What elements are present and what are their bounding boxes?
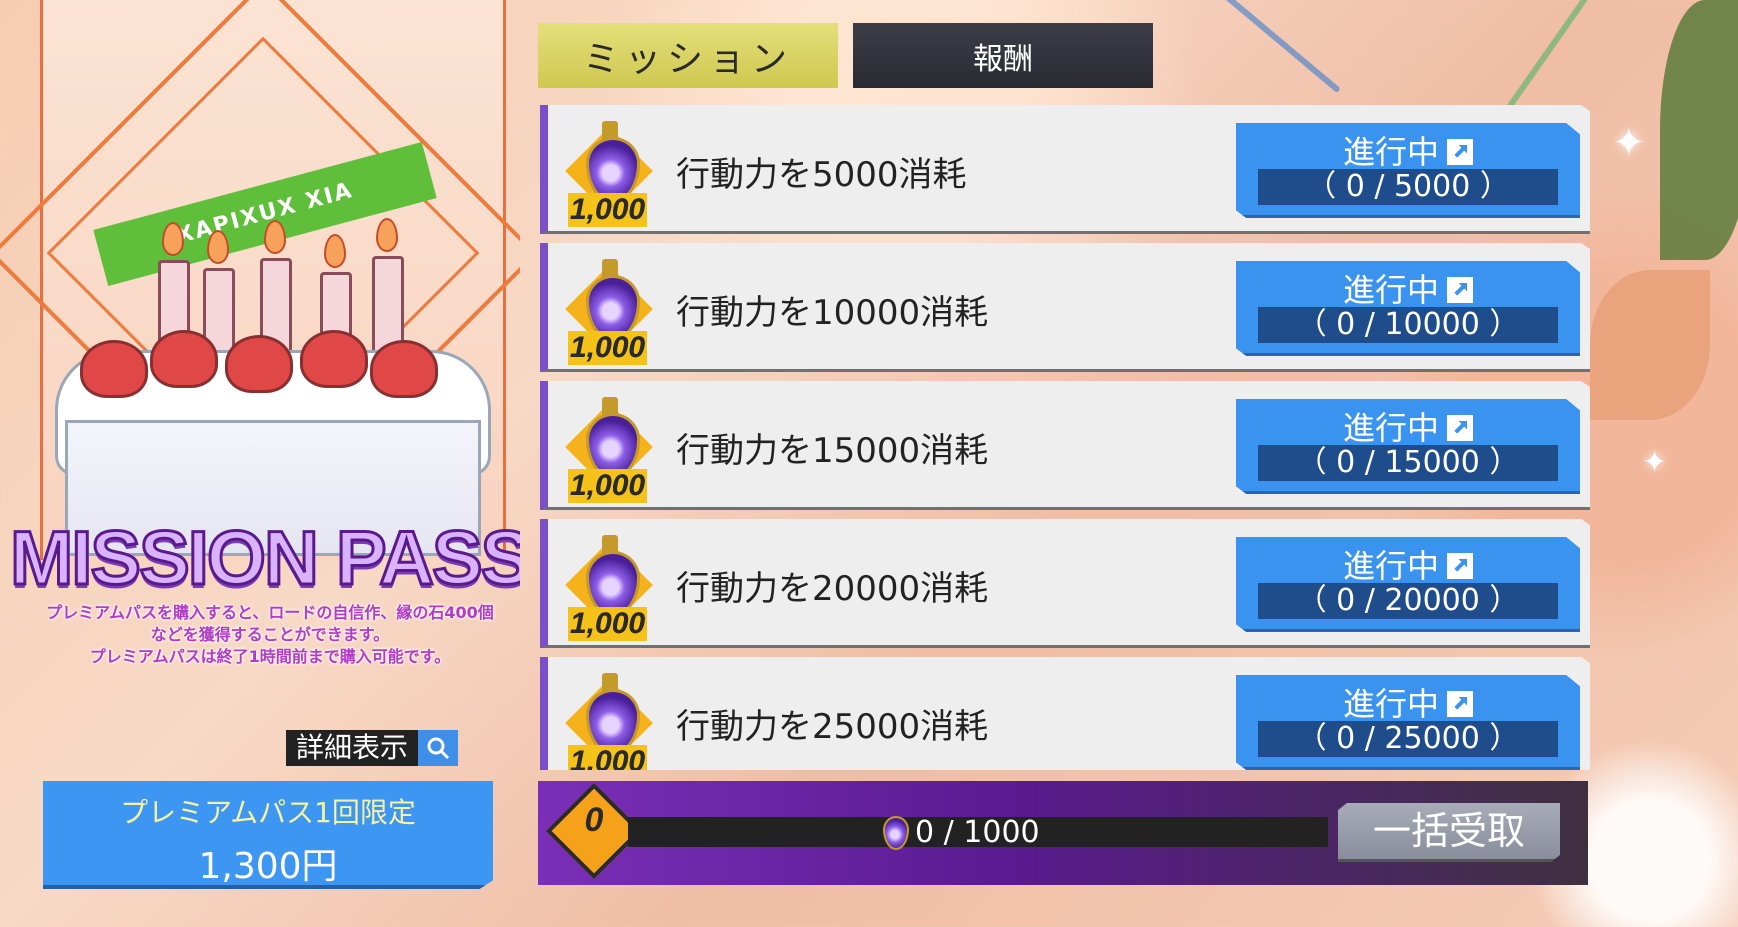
candle-flame: [324, 234, 346, 268]
sparkle-icon: ✦: [1612, 120, 1646, 166]
detail-view-label: 詳細表示: [286, 730, 419, 766]
strawberry: [80, 340, 148, 398]
mission-progress: （ 0 / 5000 ）: [1258, 169, 1558, 205]
reward-count: 1,000: [568, 607, 648, 641]
level-number: 0: [584, 801, 604, 839]
mission-status-button[interactable]: 進行中 （ 0 / 20000 ）: [1236, 537, 1580, 632]
external-link-icon: [1447, 553, 1473, 579]
mission-status-button[interactable]: 進行中 （ 0 / 15000 ）: [1236, 399, 1580, 494]
mission-row: 1,000 行動力を25000消耗 進行中 （ 0 / 25000 ）: [540, 657, 1590, 770]
mission-status-button[interactable]: 進行中 （ 0 / 5000 ）: [1236, 123, 1580, 218]
mission-title: 行動力を5000消耗: [676, 155, 967, 195]
claim-all-button[interactable]: 一括受取: [1338, 803, 1560, 862]
external-link-icon: [1447, 415, 1473, 441]
pass-progress-footer: 0 0 / 1000 一括受取: [538, 781, 1588, 885]
mission-title: 行動力を10000消耗: [676, 293, 989, 333]
pass-description-line: プレミアムパスを購入すると、ロードの自信作、縁の石400個: [46, 603, 494, 622]
mission-progress: （ 0 / 15000 ）: [1258, 445, 1558, 481]
mission-status: 進行中: [1236, 541, 1580, 587]
mission-status: 進行中: [1236, 265, 1580, 311]
mission-pass-artwork: XAPIXUX XIA MISSION PASS プレミアムパスを購入すると、ロ…: [0, 0, 520, 670]
mission-row: 1,000 行動力を15000消耗 進行中 （ 0 / 15000 ）: [540, 381, 1590, 510]
tab-mission[interactable]: ミッション: [538, 23, 838, 88]
pass-progress-label: 0 / 1000: [883, 815, 1040, 850]
background-leaf: [1660, 0, 1738, 260]
external-link-icon: [1447, 139, 1473, 165]
reward-gem: 1,000: [565, 253, 668, 365]
external-link-icon: [1447, 277, 1473, 303]
reward-count: 1,000: [568, 193, 648, 227]
premium-pass-purchase-button[interactable]: プレミアムパス1回限定 1,300円: [43, 781, 493, 889]
reward-gem: 1,000: [565, 667, 668, 770]
external-link-icon: [1447, 691, 1473, 717]
candle-flame: [162, 222, 184, 256]
reward-count: 1,000: [568, 745, 648, 770]
background-leaf: [1590, 270, 1710, 420]
mission-progress: （ 0 / 25000 ）: [1258, 721, 1558, 757]
mission-title: 行動力を20000消耗: [676, 569, 989, 609]
mission-list[interactable]: 1,000 行動力を5000消耗 進行中 （ 0 / 5000 ） 1,000 …: [540, 105, 1590, 770]
strawberry: [370, 340, 438, 398]
tab-reward[interactable]: 報酬: [853, 23, 1153, 88]
mission-status: 進行中: [1236, 127, 1580, 173]
premium-pass-label: プレミアムパス1回限定: [120, 796, 416, 829]
strawberry: [225, 335, 293, 393]
mission-pass-title: MISSION PASS: [9, 515, 521, 603]
candle-flame: [376, 218, 398, 252]
reward-gem: 1,000: [565, 115, 668, 227]
strawberry: [150, 330, 218, 388]
mission-row: 1,000 行動力を20000消耗 進行中 （ 0 / 20000 ）: [540, 519, 1590, 648]
pass-progress-text: 0 / 1000: [915, 815, 1040, 850]
mission-row: 1,000 行動力を10000消耗 進行中 （ 0 / 10000 ）: [540, 243, 1590, 372]
mission-status-label: 進行中: [1342, 685, 1439, 723]
strawberry: [300, 330, 368, 388]
reward-count: 1,000: [568, 469, 648, 503]
pass-description: プレミアムパスを購入すると、ロードの自信作、縁の石400個 などを獲得することが…: [10, 602, 520, 668]
sparkle-icon: ✦: [1642, 445, 1668, 480]
search-icon: [418, 730, 459, 766]
background-streak: [1199, 0, 1341, 94]
mission-title: 行動力を15000消耗: [676, 431, 989, 471]
pass-description-line: プレミアムパスは終了1時間前まで購入可能です。: [89, 647, 451, 666]
mission-row: 1,000 行動力を5000消耗 進行中 （ 0 / 5000 ）: [540, 105, 1590, 234]
mission-status-button[interactable]: 進行中 （ 0 / 10000 ）: [1236, 261, 1580, 356]
candle-flame: [207, 230, 229, 264]
premium-pass-price: 1,300円: [198, 846, 338, 887]
reward-count: 1,000: [568, 331, 648, 365]
reward-gem: 1,000: [565, 391, 668, 503]
mission-progress: （ 0 / 20000 ）: [1258, 583, 1558, 619]
mission-status: 進行中: [1236, 403, 1580, 449]
mission-status-label: 進行中: [1342, 133, 1439, 171]
reward-gem: 1,000: [565, 529, 668, 641]
mission-status-label: 進行中: [1342, 271, 1439, 309]
mission-status-label: 進行中: [1342, 409, 1439, 447]
mission-status-label: 進行中: [1342, 547, 1439, 585]
gem-icon: [883, 815, 909, 850]
pass-description-line: などを獲得することができます。: [150, 625, 390, 644]
mission-progress: （ 0 / 10000 ）: [1258, 307, 1558, 343]
detail-view-button[interactable]: 詳細表示: [286, 730, 459, 766]
candle-flame: [264, 220, 286, 254]
mission-status: 進行中: [1236, 679, 1580, 725]
mission-title: 行動力を25000消耗: [676, 707, 989, 747]
mission-status-button[interactable]: 進行中 （ 0 / 25000 ）: [1236, 675, 1580, 770]
